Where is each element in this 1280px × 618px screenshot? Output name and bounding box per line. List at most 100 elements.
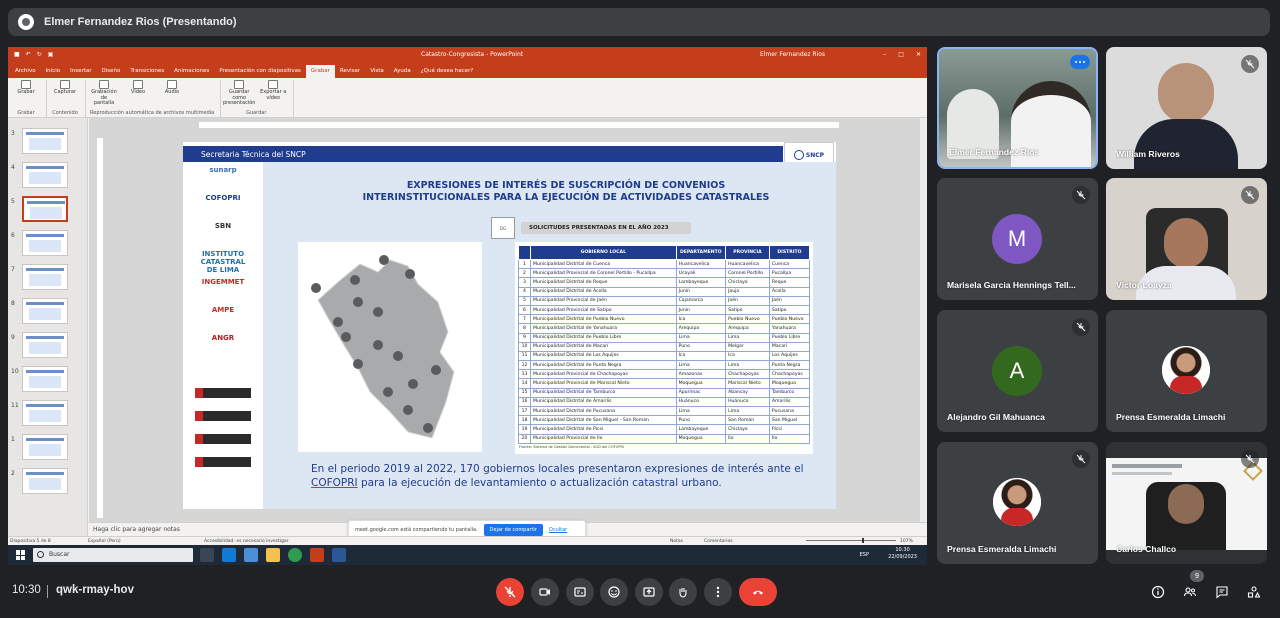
ribbon-tab[interactable]: Insertar <box>65 65 96 78</box>
ribbon-group: Grabación de pantalla Vídeo Audio Reproducc… <box>90 80 222 117</box>
slide-thumbnail[interactable] <box>22 298 68 324</box>
table-cell: Apurímac <box>675 387 727 398</box>
captions-button[interactable] <box>566 578 594 606</box>
edge-icon[interactable] <box>222 548 236 562</box>
slide-thumbnail[interactable] <box>22 434 68 460</box>
slide-thumbnail[interactable] <box>22 400 68 426</box>
mic-toggle-button[interactable] <box>496 578 524 606</box>
taskbar-language[interactable]: ESP <box>860 552 869 558</box>
leave-call-button[interactable] <box>739 578 777 606</box>
slide-thumbnail[interactable] <box>22 332 68 358</box>
chrome-icon[interactable] <box>288 548 302 562</box>
ribbon-button[interactable]: Grabar <box>12 80 40 96</box>
task-view-icon[interactable] <box>200 548 214 562</box>
slide-thumbnail[interactable] <box>22 230 68 256</box>
activities-button[interactable] <box>1246 584 1262 600</box>
windows-start-icon[interactable] <box>16 550 26 560</box>
zoom-slider[interactable] <box>806 538 896 543</box>
table-cell: Municipalidad Distrital de Yanahuara <box>530 323 677 334</box>
undo-icon[interactable]: ↶ <box>26 51 31 58</box>
table-cell: 5 <box>518 295 531 306</box>
participant-tile[interactable]: Carlos Challco <box>1106 442 1267 564</box>
ribbon-button-icon <box>99 80 109 89</box>
restore-icon[interactable]: □ <box>898 51 904 58</box>
table-cell: 3 <box>518 277 531 288</box>
ribbon-tab[interactable]: Inicio <box>41 65 66 78</box>
sncp-logo-text: SNCP <box>805 151 825 159</box>
present-now-button[interactable] <box>635 578 663 606</box>
notes-toggle[interactable]: Notas <box>670 539 683 544</box>
current-slide[interactable]: Secretaria Técnica del SNCP SNCP sunarp C… <box>183 142 836 509</box>
slide-thumbnail-number: 6 <box>11 232 15 239</box>
more-options-button[interactable] <box>704 578 732 606</box>
close-icon[interactable]: ✕ <box>916 51 921 58</box>
ribbon-button[interactable]: Grabación de pantalla <box>90 80 118 107</box>
ribbon-button[interactable]: Guardar como presentación <box>223 80 255 107</box>
people-button[interactable] <box>1182 584 1198 600</box>
camera-toggle-button[interactable] <box>531 578 559 606</box>
ribbon-tab[interactable]: Grabar <box>305 65 335 78</box>
ribbon-tab[interactable]: Revisar <box>335 65 365 78</box>
zoom-level[interactable]: 107% <box>900 539 913 544</box>
emoji-icon <box>608 586 620 598</box>
ribbon-button[interactable]: Capturar <box>51 80 79 96</box>
participant-tile[interactable]: Prensa Esmeralda Limachi <box>1106 310 1267 432</box>
minimize-icon[interactable]: – <box>883 51 886 58</box>
comments-toggle[interactable]: Comentarios <box>704 539 733 544</box>
ribbon-tab[interactable]: Diseño <box>97 65 126 78</box>
table-row: 12 Municipalidad Distrital de Punta Negra… <box>518 360 811 371</box>
redo-icon[interactable]: ↻ <box>37 51 42 58</box>
map-pin <box>333 317 343 327</box>
participant-tile[interactable]: Elmer Fernandez Rios <box>937 47 1098 169</box>
powerpoint-icon[interactable] <box>310 548 324 562</box>
slide-thumbnails-pane[interactable]: 3 4 5 6 7 8 9 10 11 1 2 <box>8 118 88 540</box>
language-status[interactable]: Español (Perú) <box>88 539 121 544</box>
participant-tile[interactable]: Victor Loayza <box>1106 178 1267 300</box>
accessibility-status[interactable]: Accesibilidad: es necesario investigar <box>204 539 289 544</box>
ribbon-button-icon <box>133 80 143 89</box>
more-options-icon[interactable] <box>1070 55 1090 69</box>
slide-thumbnail[interactable] <box>22 162 68 188</box>
ribbon-tab[interactable]: Vista <box>365 65 389 78</box>
save-icon[interactable]: ■ <box>14 51 20 58</box>
table-row: 7 Municipalidad Distrital de Pueblo Nuevo… <box>518 314 811 325</box>
taskbar-search[interactable]: Buscar <box>33 548 193 562</box>
mic-off-icon <box>1241 450 1259 468</box>
slide-thumbnail[interactable] <box>22 264 68 290</box>
slide-thumbnail[interactable] <box>22 366 68 392</box>
raise-hand-button[interactable] <box>669 578 697 606</box>
table-cell: Lima <box>675 332 727 343</box>
stop-sharing-button[interactable]: Dejar de compartir <box>483 524 543 536</box>
ribbon-tab[interactable]: Ayuda <box>389 65 416 78</box>
slide-thumbnail[interactable] <box>22 196 68 222</box>
ribbon-tab[interactable]: ¿Qué desea hacer? <box>416 65 479 78</box>
hide-notification-link[interactable]: Ocultar <box>549 527 567 533</box>
participant-tile[interactable]: William Riveros <box>1106 47 1267 169</box>
mail-icon[interactable] <box>244 548 258 562</box>
slide-thumbnail[interactable] <box>22 128 68 154</box>
table-cell: Municipalidad Provincial de Jaén <box>530 295 677 306</box>
ribbon-tab[interactable]: Animaciones <box>169 65 214 78</box>
ribbon-tab[interactable]: Presentación con diapositivas <box>214 65 306 78</box>
file-explorer-icon[interactable] <box>266 548 280 562</box>
slide-thumbnail[interactable] <box>22 468 68 494</box>
ribbon-button[interactable]: Exportar a vídeo <box>259 80 287 107</box>
meeting-details-button[interactable] <box>1150 584 1166 600</box>
chat-button[interactable] <box>1214 584 1230 600</box>
ribbon-button[interactable]: Vídeo <box>124 80 152 107</box>
vertical-scrollbar[interactable] <box>920 118 927 522</box>
table-cell: 1 <box>518 258 531 270</box>
table-cell: 20 <box>518 433 531 444</box>
taskbar-clock[interactable]: 10:30 22/09/2023 <box>888 547 917 560</box>
table-cell: Municipalidad Distrital de Macarí <box>530 341 677 352</box>
present-from-start-icon[interactable]: ▣ <box>48 51 54 58</box>
participant-tile[interactable]: Prensa Esmeralda Limachi <box>937 442 1098 564</box>
table-header-cell <box>518 245 531 260</box>
participant-tile[interactable]: A Alejandro Gil Mahuanca <box>937 310 1098 432</box>
ribbon-button[interactable]: Audio <box>158 80 186 107</box>
reactions-button[interactable] <box>600 578 628 606</box>
word-icon[interactable] <box>332 548 346 562</box>
ribbon-tab[interactable]: Archivo <box>10 65 41 78</box>
ribbon-tab[interactable]: Transiciones <box>125 65 169 78</box>
participant-tile[interactable]: M Marisela Garcia Hennings Tell... <box>937 178 1098 300</box>
